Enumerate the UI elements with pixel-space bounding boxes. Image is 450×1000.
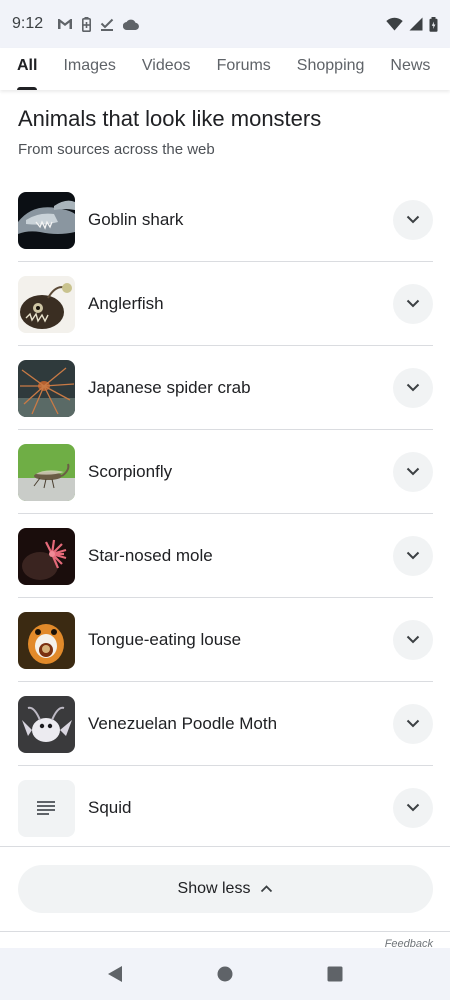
expand-button[interactable] xyxy=(393,284,433,324)
back-triangle-icon xyxy=(108,966,122,982)
item-label: Anglerfish xyxy=(88,294,164,313)
recents-button[interactable] xyxy=(315,954,355,994)
divider xyxy=(0,931,450,932)
item-label: Tongue-eating louse xyxy=(88,630,242,649)
scorpionfly-thumbnail xyxy=(18,443,75,501)
list-item-squid[interactable]: Squid xyxy=(0,766,450,850)
star-nosed-mole-thumbnail xyxy=(18,527,75,585)
chevron-down-icon xyxy=(406,295,420,313)
home-circle-icon xyxy=(217,966,233,982)
poodle-moth-thumbnail xyxy=(18,695,75,753)
card-subtitle: From sources across the web xyxy=(18,141,215,158)
list-item-japanese-spider-crab[interactable]: Japanese spider crab xyxy=(0,346,450,430)
anglerfish-thumbnail xyxy=(18,275,75,333)
item-label: Goblin shark xyxy=(88,210,184,229)
recents-square-icon xyxy=(327,966,343,982)
chevron-down-icon xyxy=(406,799,420,817)
search-tabs: All Images Videos Forums Shopping News xyxy=(0,48,450,90)
chevron-down-icon xyxy=(406,715,420,733)
tab-videos[interactable]: Videos xyxy=(142,48,191,90)
status-system-icons xyxy=(386,16,438,32)
results-list: Goblin shark Anglerfish Japanese spider … xyxy=(0,178,450,850)
item-label: Squid xyxy=(88,798,132,817)
tab-news[interactable]: News xyxy=(390,48,430,90)
card-title: Animals that look like monsters xyxy=(18,106,322,131)
chevron-down-icon xyxy=(406,463,420,481)
signal-icon xyxy=(409,17,423,31)
expand-button[interactable] xyxy=(393,452,433,492)
list-item-goblin-shark[interactable]: Goblin shark xyxy=(0,178,450,262)
battery-saver-icon xyxy=(82,16,92,32)
item-label: Scorpionfly xyxy=(88,462,173,481)
text-document-icon xyxy=(18,779,75,837)
expand-button[interactable] xyxy=(393,368,433,408)
show-less-label: Show less xyxy=(177,880,251,897)
list-item-star-nosed-mole[interactable]: Star-nosed mole xyxy=(0,514,450,598)
gmail-icon xyxy=(57,17,73,31)
item-label: Japanese spider crab xyxy=(88,378,251,397)
battery-icon xyxy=(429,16,438,32)
list-item-anglerfish[interactable]: Anglerfish xyxy=(0,262,450,346)
expand-button[interactable] xyxy=(393,200,433,240)
status-bar: 9:12 xyxy=(0,0,450,48)
list-item-venezuelan-poodle-moth[interactable]: Venezuelan Poodle Moth xyxy=(0,682,450,766)
home-button[interactable] xyxy=(205,954,245,994)
tab-all[interactable]: All xyxy=(17,48,38,90)
chevron-up-icon xyxy=(260,885,273,893)
japanese-spider-crab-thumbnail xyxy=(18,359,75,417)
list-item-scorpionfly[interactable]: Scorpionfly xyxy=(0,430,450,514)
list-item-tongue-eating-louse[interactable]: Tongue-eating louse xyxy=(0,598,450,682)
chevron-down-icon xyxy=(406,379,420,397)
tab-images[interactable]: Images xyxy=(63,48,115,90)
download-done-icon xyxy=(100,17,114,31)
expand-button[interactable] xyxy=(393,536,433,576)
back-button[interactable] xyxy=(95,954,135,994)
status-notification-icons xyxy=(57,16,140,32)
chevron-down-icon xyxy=(406,631,420,649)
chevron-down-icon xyxy=(406,547,420,565)
expand-button[interactable] xyxy=(393,788,433,828)
goblin-shark-thumbnail xyxy=(18,191,75,249)
expand-button[interactable] xyxy=(393,620,433,660)
chevron-down-icon xyxy=(406,211,420,229)
wifi-icon xyxy=(386,17,403,31)
tab-shopping[interactable]: Shopping xyxy=(297,48,365,90)
item-label: Star-nosed mole xyxy=(88,546,213,565)
tongue-eating-louse-thumbnail xyxy=(18,611,75,669)
system-nav-bar xyxy=(0,948,450,1000)
cloud-icon xyxy=(123,19,140,30)
divider xyxy=(0,846,450,847)
show-less-button[interactable]: Show less xyxy=(18,865,433,913)
expand-button[interactable] xyxy=(393,704,433,744)
tab-forums[interactable]: Forums xyxy=(217,48,271,90)
status-time: 9:12 xyxy=(12,15,44,32)
item-label: Venezuelan Poodle Moth xyxy=(88,714,278,733)
